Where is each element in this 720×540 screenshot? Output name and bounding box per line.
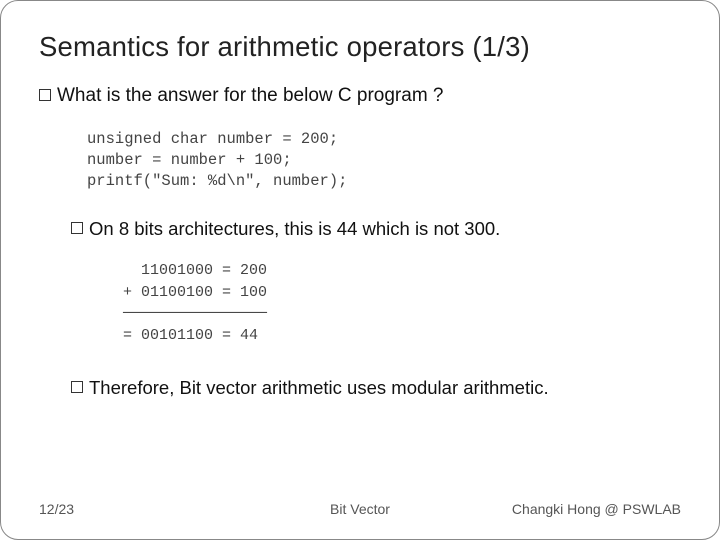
code-block: unsigned char number = 200; number = num… [87, 129, 681, 192]
bullet-level2: On 8 bits architectures, this is 44 whic… [71, 218, 681, 240]
footer: 12/23 Bit Vector Changki Hong @ PSWLAB [1, 501, 719, 517]
bullet-level1: What is the answer for the below C progr… [39, 85, 681, 107]
footer-author: Changki Hong @ PSWLAB [512, 501, 681, 517]
bullet-text: On 8 bits architectures, this is 44 whic… [89, 218, 500, 240]
bullet-box-icon [71, 222, 83, 234]
bullet-text: What is the answer for the below C progr… [57, 85, 444, 107]
bullet-box-icon [71, 381, 83, 393]
slide: Semantics for arithmetic operators (1/3)… [0, 0, 720, 540]
bullet-level2: Therefore, Bit vector arithmetic uses mo… [71, 377, 681, 399]
slide-title: Semantics for arithmetic operators (1/3) [39, 31, 681, 63]
bullet-text: Therefore, Bit vector arithmetic uses mo… [89, 377, 549, 399]
page-number: 12/23 [39, 501, 74, 517]
bullet-box-icon [39, 89, 51, 101]
math-block: 11001000 = 200 + 01100100 = 100 ────────… [123, 260, 681, 347]
